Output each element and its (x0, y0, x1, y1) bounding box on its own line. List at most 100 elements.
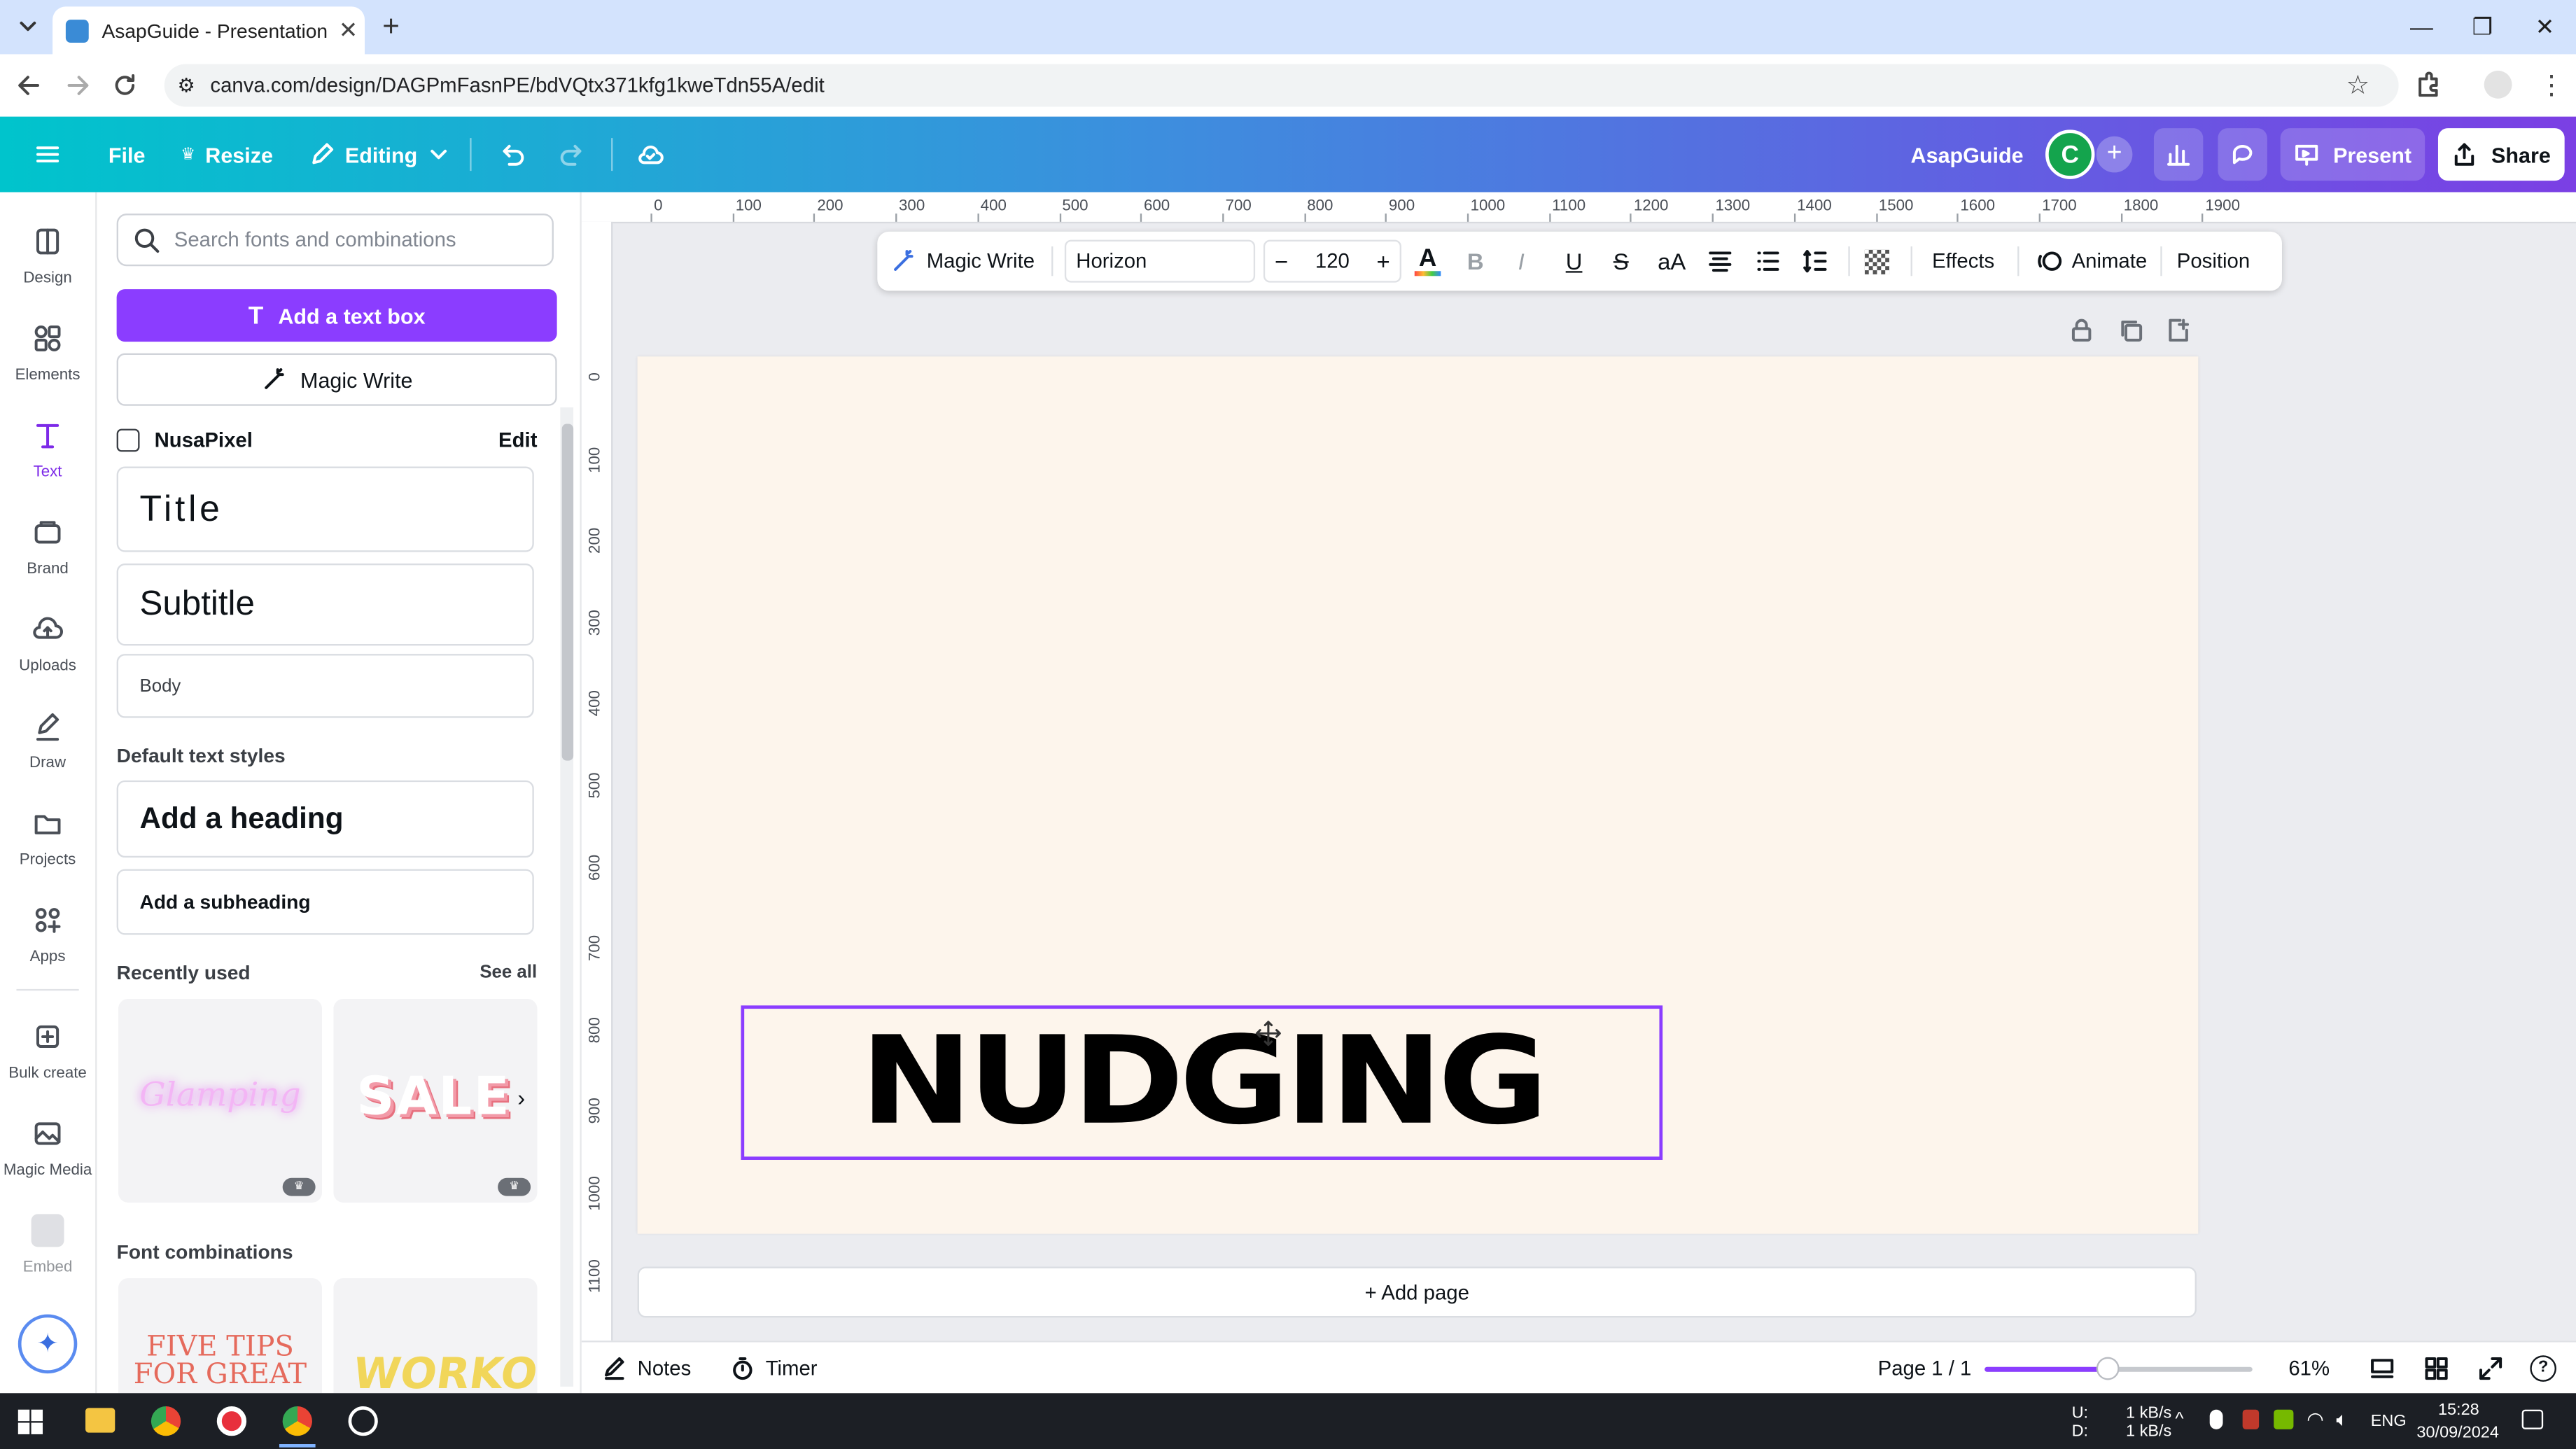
magic-write-tool[interactable]: Magic Write (890, 232, 1035, 290)
tray-app-icon[interactable] (2242, 1409, 2260, 1429)
font-family-select[interactable]: Horizon (1064, 239, 1256, 283)
spacing-button[interactable] (1802, 232, 1829, 290)
list-button[interactable] (1755, 232, 1782, 290)
rail-item-draw[interactable]: Draw (0, 692, 95, 787)
browser-menu-icon[interactable]: ⋮ (2538, 69, 2565, 102)
add-heading-button[interactable]: Add a heading (116, 780, 534, 858)
invite-button[interactable]: + (2096, 136, 2133, 173)
page-view-button[interactable] (2369, 1355, 2395, 1382)
tray-nvidia-icon[interactable] (2274, 1409, 2294, 1429)
zoom-slider-thumb[interactable] (2096, 1357, 2120, 1380)
add-subheading-button[interactable]: Add a subheading (116, 869, 534, 935)
letter-case-button[interactable]: aA (1658, 232, 1686, 290)
volume-icon[interactable]: 🔈︎ (2336, 1408, 2348, 1432)
fullscreen-button[interactable] (2477, 1355, 2504, 1382)
forward-button[interactable] (61, 69, 94, 102)
lock-page-icon[interactable] (2068, 317, 2095, 344)
combo-thumb-five-tips[interactable]: FIVE TIPS FOR GREAT (118, 1278, 323, 1394)
minimize-button[interactable]: — (2405, 10, 2438, 43)
position-button[interactable]: Position (2177, 232, 2250, 290)
restore-button[interactable]: ❐ (2466, 10, 2499, 43)
panel-scrollbar-thumb[interactable] (561, 424, 574, 761)
undo-button[interactable] (496, 117, 526, 192)
back-button[interactable] (13, 69, 46, 102)
rail-item-apps[interactable]: Apps (0, 886, 95, 981)
recent-thumb-sale[interactable]: SALE ♛ (333, 998, 538, 1203)
add-page-icon[interactable] (2165, 317, 2192, 344)
reload-button[interactable] (108, 69, 141, 102)
recorder-icon[interactable] (216, 1406, 247, 1436)
site-info-icon[interactable]: ⚙ (177, 64, 195, 107)
address-bar[interactable]: ⚙ canva.com/design/DAGPmFasnPE/bdVQtx371… (164, 64, 2399, 107)
clock-time[interactable]: 15:28 (2438, 1401, 2479, 1420)
animate-button[interactable]: Animate (2037, 232, 2147, 290)
brand-subtitle-style[interactable]: Subtitle (116, 564, 534, 646)
comments-button[interactable] (2218, 128, 2267, 181)
underline-button[interactable]: U (1566, 232, 1583, 290)
insights-button[interactable] (2153, 128, 2204, 181)
chrome-icon[interactable] (150, 1406, 181, 1436)
share-button[interactable]: Share (2437, 128, 2565, 181)
main-menu-button[interactable] (33, 117, 66, 192)
recent-thumb-glamping[interactable]: Glamping ♛ (118, 998, 323, 1203)
file-explorer-icon[interactable] (85, 1408, 115, 1433)
avatar[interactable]: C (2045, 130, 2095, 179)
grid-view-button[interactable] (2423, 1355, 2450, 1382)
effects-button[interactable]: Effects (1932, 232, 1994, 290)
save-status-button[interactable] (636, 117, 665, 192)
notifications-icon[interactable] (2521, 1409, 2544, 1429)
file-menu-button[interactable]: File (108, 117, 146, 192)
rail-item-text[interactable]: Text (0, 401, 95, 496)
font-size-value[interactable]: 120 (1315, 250, 1350, 273)
rail-item-magic-media[interactable]: Magic Media (0, 1099, 95, 1194)
magic-assistant-button[interactable]: ✦ (18, 1314, 78, 1374)
brand-title-style[interactable]: Title (116, 466, 534, 552)
bookmark-star-icon[interactable]: ☆ (2346, 69, 2370, 102)
search-fonts-input[interactable]: Search fonts and combinations (116, 214, 554, 267)
rail-item-uploads[interactable]: Uploads (0, 595, 95, 690)
align-button[interactable] (1707, 232, 1734, 290)
team-name[interactable]: AsapGuide (1911, 117, 2024, 192)
rail-item-brand[interactable]: Brand (0, 498, 95, 593)
redo-button[interactable] (559, 117, 588, 192)
rail-item-design[interactable]: Design (0, 207, 95, 302)
microphone-icon[interactable] (2209, 1409, 2223, 1429)
magic-write-button[interactable]: Magic Write (116, 353, 557, 406)
duplicate-page-icon[interactable] (2118, 317, 2144, 344)
add-text-box-button[interactable]: T Add a text box (116, 289, 557, 342)
zoom-value[interactable]: 61% (2288, 1357, 2330, 1380)
add-page-button[interactable]: + Add page (637, 1266, 2197, 1318)
browser-tab-active[interactable]: AsapGuide - Presentation ✕ (52, 6, 365, 55)
language-indicator[interactable]: ENG (2371, 1413, 2407, 1431)
selection-box[interactable] (741, 1005, 1663, 1160)
profile-icon[interactable] (2484, 70, 2512, 99)
editing-mode-button[interactable]: Editing (309, 117, 450, 192)
present-button[interactable]: Present (2280, 128, 2426, 181)
text-color-button[interactable]: A (1414, 232, 1441, 290)
font-size-decrease-button[interactable]: − (1265, 248, 1298, 274)
chrome-active-icon[interactable] (282, 1406, 312, 1436)
transparency-button[interactable] (1864, 232, 1890, 290)
rail-item-bulk-create[interactable]: Bulk create (0, 1002, 95, 1098)
italic-button[interactable]: I (1518, 232, 1525, 290)
clock-date[interactable]: 30/09/2024 (2416, 1424, 2498, 1443)
resize-button[interactable]: ♛ Resize (181, 117, 273, 192)
carousel-next-icon[interactable]: › (517, 1084, 544, 1117)
see-all-link[interactable]: See all (479, 962, 537, 982)
windows-start-icon[interactable] (18, 1409, 43, 1434)
clock-app-icon[interactable] (348, 1406, 378, 1436)
new-tab-button[interactable]: + (376, 11, 405, 41)
help-button[interactable]: ? (2530, 1355, 2556, 1382)
bold-button[interactable]: B (1467, 232, 1484, 290)
combo-thumb-workout[interactable]: WORKOUT (333, 1278, 538, 1394)
tab-list-button[interactable] (13, 11, 43, 41)
rail-item-elements[interactable]: Elements (0, 304, 95, 399)
page-indicator[interactable]: Page 1 / 1 (1878, 1357, 1972, 1380)
extensions-icon[interactable] (2414, 69, 2443, 99)
wifi-icon[interactable]: ◠ (2306, 1408, 2324, 1431)
brand-kit-edit-link[interactable]: Edit (498, 429, 537, 452)
tray-chevron-icon[interactable]: ^ (2175, 1410, 2183, 1429)
timer-button[interactable]: Timer (729, 1355, 818, 1382)
move-handle-icon[interactable] (1255, 1020, 1282, 1046)
tab-close-icon[interactable]: ✕ (332, 16, 365, 44)
